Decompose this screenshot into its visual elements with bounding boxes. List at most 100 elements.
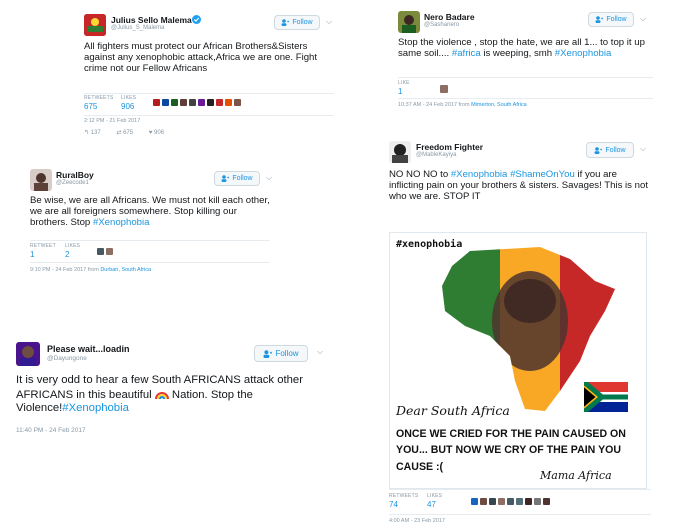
divider (30, 262, 270, 263)
author-name[interactable]: RuralBoy (56, 170, 94, 180)
likes-count[interactable]: 1 (398, 87, 402, 96)
liker-avatar[interactable] (216, 99, 223, 106)
tweet-timestamp[interactable]: 2:12 PM - 21 Feb 2017 (84, 118, 140, 124)
retweet-action[interactable]: ⇄ 675 (116, 130, 133, 136)
author-handle[interactable]: @Julius_S_Malema (111, 25, 164, 31)
liker-avatar[interactable] (534, 498, 541, 505)
tweet-timestamp[interactable]: 4:00 AM - 23 Feb 2017 (389, 518, 445, 524)
reply-icon: ↰ (84, 130, 90, 136)
liker-avatar[interactable] (225, 99, 232, 106)
retweet-icon: ⇄ (116, 130, 122, 136)
likes-count[interactable]: 47 (427, 500, 436, 509)
tweet-text: Stop the violence , stop the hate, we ar… (398, 37, 660, 59)
avatar[interactable] (84, 14, 106, 36)
like-icon: ♥ (148, 130, 153, 136)
liker-avatar[interactable] (207, 99, 214, 106)
avatar[interactable] (16, 342, 40, 366)
liker-avatar[interactable] (507, 498, 514, 505)
liker-avatar[interactable] (198, 99, 205, 106)
image-script-text: Dear South Africa (396, 403, 510, 418)
hashtag-link[interactable]: #Xenophobia (451, 169, 508, 180)
chevron-down-icon[interactable]: ⌵ (317, 347, 323, 357)
hashtag-link[interactable]: #Xenophobia (62, 402, 129, 414)
hashtag-link[interactable]: #Xenophobia (555, 48, 612, 59)
follow-button[interactable]: Follow (254, 345, 308, 362)
tweet-text: NO NO NO to #Xenophobia #ShameOnYou if y… (389, 169, 651, 203)
liker-avatar[interactable] (153, 99, 160, 106)
like-count: 906 (154, 130, 165, 136)
author-name[interactable]: Julius Sello Malema (111, 15, 192, 25)
likes-count[interactable]: 906 (121, 102, 134, 111)
chevron-down-icon[interactable]: ⌵ (266, 173, 272, 183)
avatar[interactable] (389, 141, 411, 163)
divider (389, 514, 651, 515)
retweets-label: RETWEET (30, 243, 56, 249)
liker-avatar[interactable] (471, 498, 478, 505)
follow-person-icon (595, 16, 604, 23)
liker-avatar[interactable] (234, 99, 241, 106)
liker-avatar[interactable] (162, 99, 169, 106)
follow-person-icon (594, 146, 603, 154)
retweets-count[interactable]: 675 (84, 102, 97, 111)
follow-person-icon (221, 175, 230, 182)
like-action[interactable]: ♥ 906 (149, 130, 164, 136)
author-name[interactable]: Please wait...loadin (47, 344, 130, 354)
author-name[interactable]: Nero Badare (424, 12, 475, 22)
follow-label: Follow (292, 19, 313, 26)
liker-avatar[interactable] (498, 498, 505, 505)
liker-avatar[interactable] (525, 498, 532, 505)
retweet-count: 675 (123, 130, 134, 136)
author-handle[interactable]: @Zeecode1 (56, 180, 89, 186)
liker-avatar[interactable] (516, 498, 523, 505)
retweets-count[interactable]: 74 (389, 500, 398, 509)
liker-avatar[interactable] (543, 498, 550, 505)
follow-person-icon (263, 349, 273, 358)
follow-button[interactable]: Follow (586, 142, 634, 158)
follow-button[interactable]: Follow (274, 15, 320, 30)
time-text: 10:37 AM - 24 Feb 2017 from (398, 102, 472, 108)
tweet-freedom: Freedom Fighter @MableKayiya Follow ⌵ NO… (383, 137, 663, 528)
tweet-nero: Nero Badare @Sashanero Follow ⌵ Stop the… (390, 4, 662, 116)
tweet-timestamp[interactable]: 10:37 AM - 24 Feb 2017 from Mimerton, So… (398, 102, 527, 108)
liker-avatar[interactable] (97, 248, 104, 255)
hashtag-link[interactable]: #Xenophobia (93, 217, 150, 228)
chevron-down-icon[interactable]: ⌵ (640, 14, 646, 24)
retweets-label: RETWEETS (389, 493, 419, 499)
liker-avatar[interactable] (489, 498, 496, 505)
avatar[interactable] (30, 169, 52, 191)
retweets-count[interactable]: 1 (30, 250, 34, 259)
reply-action[interactable]: ↰ 137 (84, 130, 101, 136)
hashtag-link[interactable]: #ShameOnYou (510, 169, 575, 180)
image-caption: ONCE WE CRIED FOR THE PAIN CAUSED ON YOU… (396, 428, 626, 473)
tweet-image[interactable]: #xenophobia Dear South Africa ONCE WE CR… (389, 232, 647, 489)
liker-avatar[interactable] (189, 99, 196, 106)
location-link[interactable]: Durban, South Africa (100, 267, 151, 273)
liker-avatar[interactable] (480, 498, 487, 505)
follow-label: Follow (605, 146, 626, 154)
hashtag-link[interactable]: #africa (452, 48, 481, 59)
image-signature: Mama Africa (540, 469, 612, 482)
chevron-down-icon[interactable]: ⌵ (640, 144, 646, 154)
liker-avatar[interactable] (106, 248, 113, 255)
time-text: 9:10 PM - 24 Feb 2017 from (30, 267, 101, 273)
likes-label: LIKES (427, 493, 443, 499)
tweet-ruralboy: RuralBoy @Zeecode1 Follow ⌵ Be wise, we … (22, 163, 280, 278)
author-handle[interactable]: @Dayungone (47, 355, 87, 362)
tweet-timestamp[interactable]: 11:40 PM - 24 Feb 2017 (16, 427, 86, 434)
liker-avatar[interactable] (180, 99, 187, 106)
liker-avatar[interactable] (171, 99, 178, 106)
tweet-timestamp[interactable]: 9:10 PM - 24 Feb 2017 from Durban, South… (30, 267, 151, 273)
liker-avatar[interactable] (440, 85, 448, 93)
follow-button[interactable]: Follow (588, 12, 634, 27)
likes-count[interactable]: 2 (65, 250, 69, 259)
author-handle[interactable]: @Sashanero (424, 22, 459, 28)
follow-button[interactable]: Follow (214, 171, 260, 186)
follow-label: Follow (232, 175, 253, 182)
author-name[interactable]: Freedom Fighter (416, 142, 483, 152)
author-handle[interactable]: @MableKayiya (416, 152, 456, 158)
divider (389, 489, 651, 490)
location-link[interactable]: Mimerton, South Africa (471, 102, 527, 108)
liker-avatars (471, 498, 550, 505)
chevron-down-icon[interactable]: ⌵ (326, 17, 332, 27)
avatar[interactable] (398, 11, 420, 33)
